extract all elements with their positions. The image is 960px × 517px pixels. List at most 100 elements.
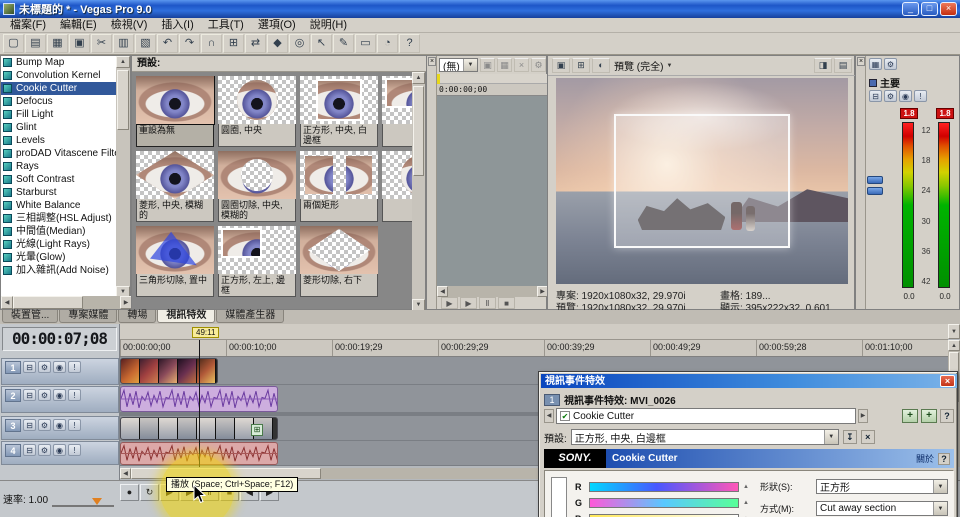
videofx-plugin-item[interactable]: Soft Contrast [1, 173, 118, 186]
mute-icon[interactable]: ◉ [53, 419, 66, 431]
grid-snap-icon[interactable]: ⊞ [223, 34, 244, 53]
track-header-3[interactable]: 3 ⊟ ⚙ ◉ ! [1, 416, 119, 440]
save-project-icon[interactable]: ▦ [47, 34, 68, 53]
preset-thumbnail[interactable]: 重設為無 [136, 76, 214, 151]
trimmer-remove-media-icon[interactable]: × [514, 58, 529, 72]
scroll-up-icon[interactable]: ▲ [412, 72, 425, 84]
preset-thumbnail[interactable]: 正方形, 中央, 白邊框 [300, 76, 378, 151]
preset-thumbnail[interactable]: 正方形, 左上, 邊框 [218, 226, 296, 301]
track-header-1[interactable]: 1 ⊟ ⚙ ◉ ! [1, 358, 119, 385]
rate-slider[interactable] [52, 505, 114, 507]
trimmer-play-button[interactable]: ▶ [441, 297, 458, 309]
marker-label[interactable]: 49:11 [192, 327, 219, 338]
fx-list-vertical-scrollbar[interactable]: ▲ ▼ [116, 56, 130, 298]
track-fx-icon[interactable]: ⚙ [38, 444, 51, 456]
slider-marker-icon[interactable]: ▲ [743, 484, 749, 490]
paste-icon[interactable]: ▧ [135, 34, 156, 53]
zoom-edit-tool-icon[interactable]: ◔ [377, 34, 398, 53]
master-fader-handle[interactable] [867, 176, 883, 198]
videofx-plugin-item[interactable]: Rays [1, 160, 118, 173]
save-snapshot-icon[interactable]: ▤ [834, 58, 852, 73]
new-project-icon[interactable]: ▢ [3, 34, 24, 53]
track-header-2[interactable]: 2 ⊟ ⚙ ◉ ! [1, 386, 119, 413]
help-button[interactable]: ? [940, 409, 954, 423]
scrollbar-thumb[interactable] [117, 70, 129, 130]
project-properties-icon[interactable]: ▣ [69, 34, 90, 53]
trimmer-media-area[interactable] [437, 96, 548, 286]
split-screen-view-icon[interactable]: ◨ [814, 58, 832, 73]
trimmer-scrollbar[interactable]: ◀ ▶ [437, 286, 548, 297]
videofx-plugin-item[interactable]: Glint [1, 121, 118, 134]
videofx-plugin-item[interactable]: 光暈(Glow) [1, 251, 118, 264]
minimize-button[interactable]: _ [902, 2, 919, 16]
trimmer-properties-icon[interactable]: ▣ [480, 58, 495, 72]
videofx-plugin-item[interactable]: Bump Map [1, 56, 118, 69]
close-button[interactable]: × [940, 2, 957, 16]
videofx-plugin-item[interactable]: 中間值(Median) [1, 225, 118, 238]
trimmer-dock-grip[interactable]: × [427, 56, 437, 309]
dock-tab[interactable]: 轉場 [118, 310, 156, 323]
peak-left-readout[interactable]: 1.8 [900, 108, 918, 119]
videofx-plugin-item[interactable]: Levels [1, 134, 118, 147]
whats-this-help-icon[interactable]: ? [399, 34, 420, 53]
scroll-up-icon[interactable]: ▲ [116, 56, 130, 68]
timeline-ruler[interactable]: 00:00:00;0000:00:10;0000:00:19;2900:00:2… [120, 340, 948, 357]
videofx-plugin-item[interactable]: Fill Light [1, 108, 118, 121]
peak-right-readout[interactable]: 1.8 [936, 108, 954, 119]
menu-item[interactable]: 插入(I) [154, 18, 200, 32]
meter-layout-icon[interactable]: ▦ [869, 58, 882, 70]
videofx-plugin-item[interactable]: Starburst [1, 186, 118, 199]
preset-thumbnail[interactable] [382, 76, 414, 151]
about-link[interactable]: 關於 [916, 450, 934, 468]
selection-edit-tool-icon[interactable]: ▭ [355, 34, 376, 53]
loop-playback-button[interactable]: ↻ [140, 484, 159, 501]
solo-icon[interactable]: ! [68, 444, 81, 456]
video-event[interactable] [120, 358, 218, 384]
master-solo-icon[interactable]: ! [914, 90, 927, 102]
slider-marker-icon[interactable]: ▲ [743, 500, 749, 506]
normal-edit-tool-icon[interactable]: ↖ [311, 34, 332, 53]
trimmer-pause-button[interactable]: Ⅱ [479, 297, 496, 309]
dock-tab[interactable]: 裝置管... [2, 310, 58, 323]
plugin-help-button[interactable]: ? [938, 453, 950, 465]
master-level-icon[interactable]: ⊟ [869, 90, 882, 102]
videofx-plugin-item[interactable]: Cookie Cutter [1, 82, 118, 95]
solo-icon[interactable]: ! [68, 419, 81, 431]
track-level-icon[interactable]: ⊟ [23, 389, 36, 401]
meters-dock-grip[interactable]: × [856, 56, 866, 309]
track-level-icon[interactable]: ⊟ [23, 361, 36, 373]
menu-item[interactable]: 編輯(E) [53, 18, 104, 32]
solo-icon[interactable]: ! [68, 389, 81, 401]
rate-slider-handle[interactable] [92, 498, 102, 505]
scroll-left-icon[interactable]: ◀ [120, 468, 131, 479]
save-preset-icon[interactable]: ↧ [843, 430, 857, 444]
videofx-plugin-item[interactable]: proDAD Vitascene Filter [1, 147, 118, 160]
master-mute-icon[interactable]: ◉ [899, 90, 912, 102]
lock-envelopes-icon[interactable]: ◆ [267, 34, 288, 53]
preset-thumbnail[interactable]: 菱形切除, 右下 [300, 226, 378, 301]
video-preview-display[interactable] [556, 78, 848, 284]
delete-preset-icon[interactable]: × [861, 430, 875, 444]
border-color-swatch[interactable] [551, 477, 567, 517]
preset-thumbnail[interactable] [382, 151, 414, 226]
preset-thumbnail[interactable]: 三角形切除, 置中 [136, 226, 214, 301]
enable-snapping-icon[interactable]: ∩ [201, 34, 222, 53]
plugin-enabled-checkbox[interactable]: ✔ [560, 411, 570, 421]
videofx-plugin-item[interactable]: Defocus [1, 95, 118, 108]
trimmer-save-icon[interactable]: ▦ [497, 58, 512, 72]
chain-scroll-right-icon[interactable]: ▶ [858, 409, 868, 423]
preset-dropdown[interactable]: 正方形, 中央, 白邊框 ▼ [571, 429, 839, 445]
close-panel-icon[interactable]: × [857, 57, 865, 66]
event-pan-crop-icon[interactable]: ⊞ [251, 424, 263, 436]
track-header-4[interactable]: 4 ⊟ ⚙ ◉ ! [1, 441, 119, 465]
scrollbar-thumb[interactable] [13, 296, 83, 309]
redo-icon[interactable]: ↷ [179, 34, 200, 53]
mute-icon[interactable]: ◉ [53, 361, 66, 373]
fx-list-horizontal-scrollbar[interactable]: ◀ ▶ [1, 296, 132, 309]
mute-icon[interactable]: ◉ [53, 389, 66, 401]
menu-item[interactable]: 工具(T) [201, 18, 251, 32]
master-fx-icon[interactable]: ⚙ [884, 90, 897, 102]
preset-thumbnail[interactable]: 菱形, 中央, 模糊的 [136, 151, 214, 226]
timeline-time-display[interactable]: 00:00:07;08 [2, 327, 117, 351]
dock-tab[interactable]: 視訊特效 [157, 310, 215, 323]
